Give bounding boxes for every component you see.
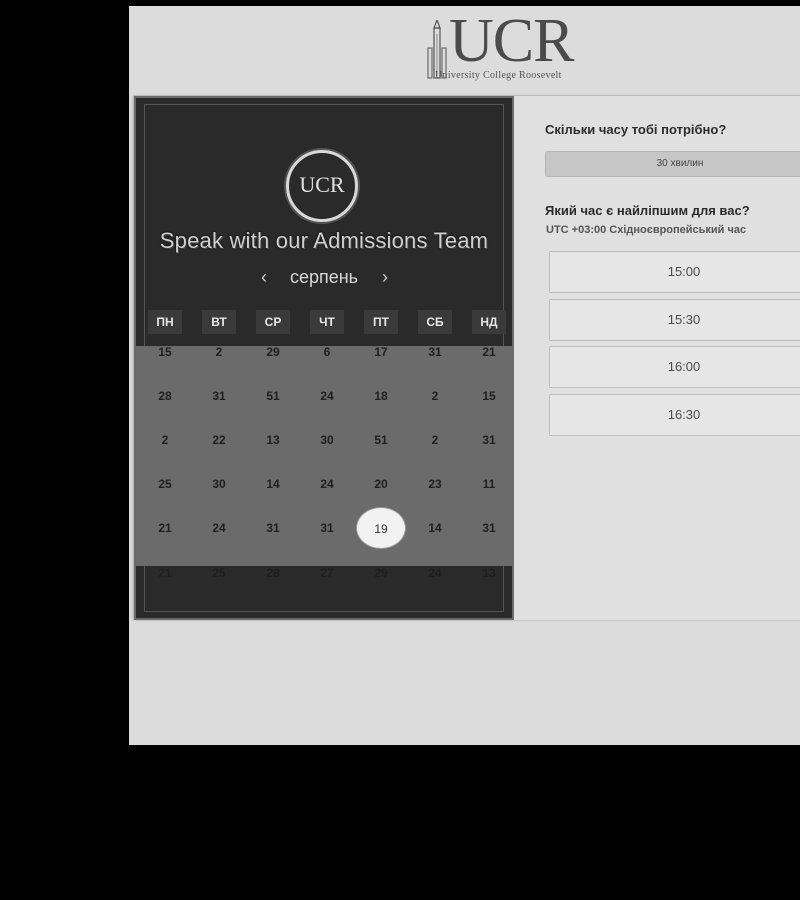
calendar-panel: UCR Speak with our Admissions Team ‹ сер… (134, 96, 514, 620)
calendar-day[interactable]: 11 (472, 474, 506, 494)
calendar-day[interactable]: 28 (148, 386, 182, 406)
weekday-label: НД (472, 310, 506, 334)
weekday-label: ПН (148, 310, 182, 334)
timezone-selector[interactable]: UTC +03:00 Східноєвропейський час (546, 224, 746, 236)
ucr-logo: UCR University College Roosevelt (425, 10, 605, 84)
calendar-grid: 15 2 29 6 17 31 21 28 31 51 24 18 2 15 2 22 13 30 51 2 31 25 3… (136, 345, 512, 580)
month-navigation: ‹ серпень › (136, 264, 512, 292)
calendar-day[interactable]: 51 (256, 386, 290, 406)
calendar-day[interactable]: 31 (310, 518, 344, 538)
calendar-day[interactable]: 31 (472, 430, 506, 450)
selected-day[interactable]: 19 (356, 507, 406, 549)
calendar-day[interactable]: 31 (418, 342, 452, 362)
time-panel: Скільки часу тобі потрібно? 30 хвилин Як… (514, 96, 800, 620)
calendar-day[interactable]: 13 (256, 430, 290, 450)
booking-card: UCR Speak with our Admissions Team ‹ сер… (133, 95, 800, 620)
time-slot-button[interactable]: 15:30 (549, 299, 800, 341)
calendar-day[interactable]: 2 (418, 386, 452, 406)
weekday-label: СБ (418, 310, 452, 334)
time-question: Який час є найліпшим для вас? (545, 203, 750, 218)
calendar-day[interactable]: 29 (364, 563, 398, 583)
ucr-emblem: UCR (286, 150, 358, 222)
calendar-day[interactable]: 30 (202, 474, 236, 494)
weekday-label: ВТ (202, 310, 236, 334)
calendar-day[interactable]: 2 (418, 430, 452, 450)
calendar-day[interactable]: 28 (256, 563, 290, 583)
weekday-label: ЧТ (310, 310, 344, 334)
duration-question: Скільки часу тобі потрібно? (545, 122, 727, 137)
calendar-day[interactable]: 24 (310, 474, 344, 494)
calendar-day[interactable]: 21 (148, 563, 182, 583)
next-month-button[interactable]: › (374, 266, 396, 288)
header: UCR University College Roosevelt (129, 6, 800, 94)
calendar-day[interactable]: 24 (202, 518, 236, 538)
calendar-day[interactable]: 29 (256, 342, 290, 362)
calendar-day[interactable]: 14 (256, 474, 290, 494)
calendar-day[interactable]: 18 (364, 386, 398, 406)
calendar-day[interactable]: 13 (472, 563, 506, 583)
calendar-day[interactable]: 51 (364, 430, 398, 450)
calendar-title: Speak with our Admissions Team (159, 228, 489, 253)
prev-month-button[interactable]: ‹ (253, 266, 275, 288)
calendar-day[interactable]: 24 (310, 386, 344, 406)
calendar-day[interactable]: 27 (310, 563, 344, 583)
calendar-day[interactable]: 15 (148, 342, 182, 362)
calendar-day[interactable]: 2 (202, 342, 236, 362)
calendar-day[interactable]: 23 (418, 474, 452, 494)
calendar-day[interactable]: 25 (202, 563, 236, 583)
logo-subtitle: University College Roosevelt (435, 70, 562, 81)
time-slot-button[interactable]: 16:30 (549, 394, 800, 436)
calendar-day[interactable]: 30 (310, 430, 344, 450)
calendar-day[interactable]: 22 (202, 430, 236, 450)
calendar-day[interactable]: 20 (364, 474, 398, 494)
time-slot-button[interactable]: 15:00 (549, 251, 800, 293)
calendar-day[interactable]: 21 (472, 342, 506, 362)
calendar-day[interactable]: 31 (256, 518, 290, 538)
weekday-label: СР (256, 310, 290, 334)
calendar-day[interactable]: 25 (148, 474, 182, 494)
duration-option[interactable]: 30 хвилин (545, 151, 800, 177)
logo-letters: UCR (449, 7, 574, 75)
calendar-day[interactable]: 31 (472, 518, 506, 538)
weekday-header: ПН ВТ СР ЧТ ПТ СБ НД (136, 310, 512, 334)
calendar-day[interactable]: 15 (472, 386, 506, 406)
time-slot-button[interactable]: 16:00 (549, 346, 800, 388)
calendar-day[interactable]: 21 (148, 518, 182, 538)
weekday-label: ПТ (364, 310, 398, 334)
calendar-day[interactable]: 17 (364, 342, 398, 362)
booking-page: UCR University College Roosevelt UCR Spe… (129, 6, 800, 745)
emblem-text: UCR (299, 172, 345, 197)
calendar-day[interactable]: 6 (310, 342, 344, 362)
month-label: серпень (289, 267, 359, 287)
calendar-day[interactable]: 24 (418, 563, 452, 583)
calendar-day[interactable]: 2 (148, 430, 182, 450)
calendar-day[interactable]: 31 (202, 386, 236, 406)
calendar-day[interactable]: 14 (418, 518, 452, 538)
